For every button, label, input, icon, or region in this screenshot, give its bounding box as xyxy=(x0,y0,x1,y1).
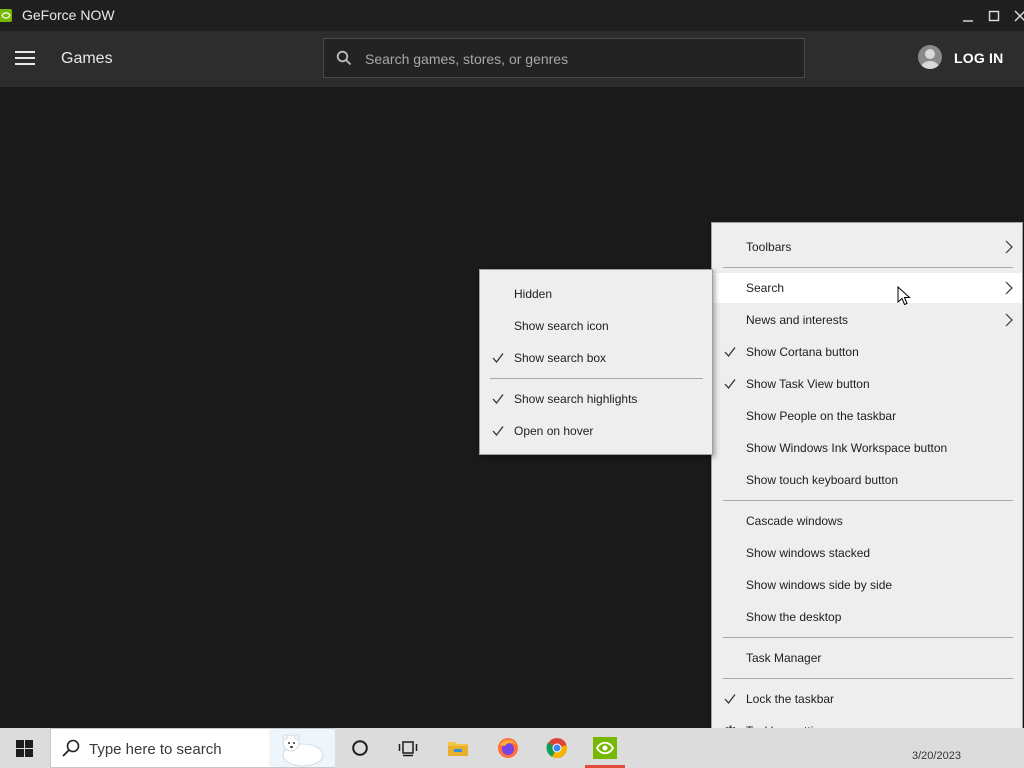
avatar-icon[interactable] xyxy=(918,45,942,69)
search-placeholder: Search games, stores, or genres xyxy=(365,51,569,67)
windows-logo-icon xyxy=(15,739,33,757)
menu-item-show-cortana-button[interactable]: Show Cortana button xyxy=(712,337,1022,367)
menu-item-show-the-desktop[interactable]: Show the desktop xyxy=(712,602,1022,632)
windows-taskbar: Type here to search 3/20/2023 xyxy=(0,728,1024,768)
task-view-button[interactable] xyxy=(384,728,432,768)
menu-separator xyxy=(723,637,1013,638)
menu-item-news-and-interests[interactable]: News and interests xyxy=(712,305,1022,335)
geforce-now-icon xyxy=(593,737,617,759)
cortana-icon xyxy=(352,740,368,756)
menu-separator xyxy=(723,678,1013,679)
polar-bear-highlight-icon xyxy=(269,729,335,767)
menu-item-toolbars[interactable]: Toolbars xyxy=(712,232,1022,262)
minimize-icon xyxy=(963,19,973,22)
menu-item-task-manager[interactable]: Task Manager xyxy=(712,643,1022,673)
minimize-button[interactable] xyxy=(955,0,981,31)
chevron-right-icon xyxy=(1005,313,1013,327)
submenu-item-open-on-hover[interactable]: Open on hover xyxy=(480,416,712,446)
chevron-right-icon xyxy=(1005,281,1013,295)
menu-item-show-windows-ink[interactable]: Show Windows Ink Workspace button xyxy=(712,433,1022,463)
menu-separator xyxy=(723,500,1013,501)
chrome-button[interactable] xyxy=(533,728,581,768)
chrome-icon xyxy=(546,738,567,759)
menu-item-search[interactable]: Search xyxy=(712,273,1022,303)
submenu-item-show-search-highlights[interactable]: Show search highlights xyxy=(480,384,712,414)
close-icon xyxy=(1014,10,1024,21)
taskbar-search-placeholder: Type here to search xyxy=(89,741,222,758)
geforce-now-logo-icon xyxy=(0,9,12,22)
task-view-icon xyxy=(398,741,418,757)
menu-item-show-touch-keyboard[interactable]: Show touch keyboard button xyxy=(712,465,1022,495)
checkmark-icon xyxy=(724,694,736,705)
close-button[interactable] xyxy=(1007,0,1024,31)
maximize-button[interactable] xyxy=(981,0,1007,31)
mouse-cursor-icon xyxy=(897,286,911,306)
start-button[interactable] xyxy=(0,728,48,768)
taskbar-context-menu: Toolbars Search News and interests Show … xyxy=(711,222,1023,755)
search-input[interactable]: Search games, stores, or genres xyxy=(323,38,805,78)
firefox-icon xyxy=(498,738,518,758)
submenu-item-show-search-icon[interactable]: Show search icon xyxy=(480,311,712,341)
file-explorer-icon xyxy=(448,742,468,756)
submenu-item-show-search-box[interactable]: Show search box xyxy=(480,343,712,373)
geforce-now-taskbar-button[interactable] xyxy=(581,728,629,768)
maximize-icon xyxy=(988,10,1000,21)
checkmark-icon xyxy=(492,394,504,405)
search-icon xyxy=(336,50,352,66)
page-title: Games xyxy=(61,50,113,67)
cortana-button[interactable] xyxy=(336,728,384,768)
app-header: Games Search games, stores, or genres LO… xyxy=(0,31,1024,87)
checkmark-icon xyxy=(724,347,736,358)
menu-item-show-windows-stacked[interactable]: Show windows stacked xyxy=(712,538,1022,568)
search-icon xyxy=(62,739,80,757)
menu-item-cascade-windows[interactable]: Cascade windows xyxy=(712,506,1022,536)
menu-separator xyxy=(490,378,703,379)
checkmark-icon xyxy=(492,426,504,437)
firefox-button[interactable] xyxy=(484,728,532,768)
checkmark-icon xyxy=(492,353,504,364)
file-explorer-button[interactable] xyxy=(434,728,482,768)
menu-item-show-people[interactable]: Show People on the taskbar xyxy=(712,401,1022,431)
menu-separator xyxy=(723,267,1013,268)
window-title: GeForce NOW xyxy=(22,7,115,23)
hamburger-menu-icon[interactable] xyxy=(15,51,35,67)
chevron-right-icon xyxy=(1005,240,1013,254)
taskbar-search-box[interactable]: Type here to search xyxy=(50,728,335,768)
menu-item-show-task-view-button[interactable]: Show Task View button xyxy=(712,369,1022,399)
taskbar-date: 3/20/2023 xyxy=(912,750,961,762)
search-submenu: Hidden Show search icon Show search box … xyxy=(479,269,713,455)
menu-item-show-windows-side-by-side[interactable]: Show windows side by side xyxy=(712,570,1022,600)
menu-item-lock-the-taskbar[interactable]: Lock the taskbar xyxy=(712,684,1022,714)
checkmark-icon xyxy=(724,379,736,390)
submenu-item-hidden[interactable]: Hidden xyxy=(480,279,712,309)
window-titlebar: GeForce NOW xyxy=(0,0,1024,31)
login-button[interactable]: LOG IN xyxy=(954,50,1003,66)
